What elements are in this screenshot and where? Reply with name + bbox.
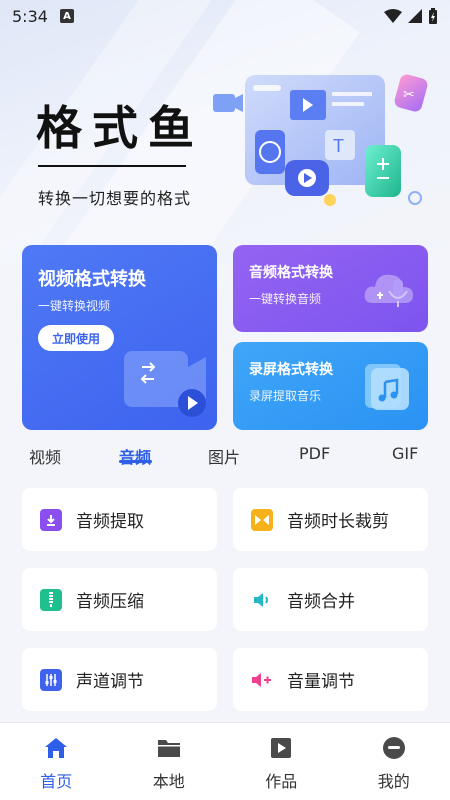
app-title: 格式鱼 [36, 101, 204, 155]
tool-label: 音频提取 [76, 512, 144, 532]
screen-record-convert-card[interactable]: 录屏格式转换 录屏提取音乐 [233, 342, 428, 430]
nav-works[interactable]: 作品 [225, 723, 338, 800]
nav-label: 首页 [40, 772, 73, 791]
signal-icon [408, 9, 422, 23]
profile-icon [382, 737, 405, 759]
play-icon [271, 738, 292, 758]
tab-gif[interactable]: GIF [392, 444, 418, 463]
svg-text:✂: ✂ [403, 87, 415, 103]
tool-label: 声道调节 [76, 672, 144, 692]
battery-icon [429, 8, 437, 24]
nav-label: 我的 [377, 772, 410, 791]
tool-audio-extract[interactable]: 音频提取 [22, 488, 217, 551]
tool-channel-adjust[interactable]: 声道调节 [22, 648, 217, 711]
card-desc: 一键转换音频 [249, 292, 322, 306]
use-now-button[interactable]: 立即使用 [38, 325, 114, 351]
speaker-icon [251, 589, 273, 611]
nav-mine[interactable]: 我的 [338, 723, 450, 800]
card-title: 音频格式转换 [249, 265, 333, 281]
tab-pdf[interactable]: PDF [299, 444, 330, 463]
title-divider [38, 165, 186, 167]
tool-volume-adjust[interactable]: 音量调节 [233, 648, 428, 711]
video-convert-card[interactable]: 视频格式转换 一键转换视频 立即使用 [22, 245, 217, 430]
category-tabs: 视频 音频 图片 PDF GIF [0, 440, 450, 470]
tool-label: 音频时长裁剪 [287, 512, 389, 532]
sliders-icon [40, 668, 62, 691]
cloud-mic-icon [364, 274, 413, 307]
tool-audio-trim[interactable]: 音频时长裁剪 [233, 488, 428, 551]
status-notification-icon: A [59, 9, 74, 23]
nav-label: 作品 [265, 772, 298, 791]
volume-up-icon [251, 669, 273, 691]
tool-label: 音频压缩 [76, 592, 144, 612]
hero-illustration: T ✂ [213, 74, 428, 206]
svg-text:T: T [333, 136, 344, 156]
tab-image[interactable]: 图片 [208, 444, 240, 468]
tool-audio-compress[interactable]: 音频压缩 [22, 568, 217, 631]
tool-label: 音频合并 [287, 592, 355, 612]
status-bar: 5:34 A [0, 0, 450, 32]
card-desc: 一键转换视频 [38, 299, 111, 313]
wifi-icon [384, 9, 402, 23]
music-file-icon [365, 364, 409, 410]
nav-local[interactable]: 本地 [113, 723, 226, 800]
app-subtitle: 转换一切想要的格式 [38, 189, 192, 208]
compress-icon [40, 588, 62, 611]
tool-label: 音量调节 [287, 672, 355, 692]
tool-audio-merge[interactable]: 音频合并 [233, 568, 428, 631]
nav-label: 本地 [152, 772, 185, 791]
trim-icon [251, 508, 273, 531]
tab-video[interactable]: 视频 [29, 444, 61, 468]
video-icon [124, 351, 206, 417]
tab-audio[interactable]: 音频 [119, 444, 151, 468]
card-title: 视频格式转换 [38, 269, 146, 290]
home-icon [45, 738, 68, 758]
download-icon [40, 508, 62, 531]
card-title: 录屏格式转换 [249, 362, 333, 378]
active-tab-indicator [119, 460, 152, 463]
audio-convert-card[interactable]: 音频格式转换 一键转换音频 [233, 245, 428, 332]
card-desc: 录屏提取音乐 [249, 389, 322, 403]
bottom-nav: 首页 本地 作品 我的 [0, 722, 450, 800]
folder-icon [157, 740, 180, 757]
nav-home[interactable]: 首页 [0, 723, 113, 800]
status-time: 5:34 [12, 6, 48, 26]
